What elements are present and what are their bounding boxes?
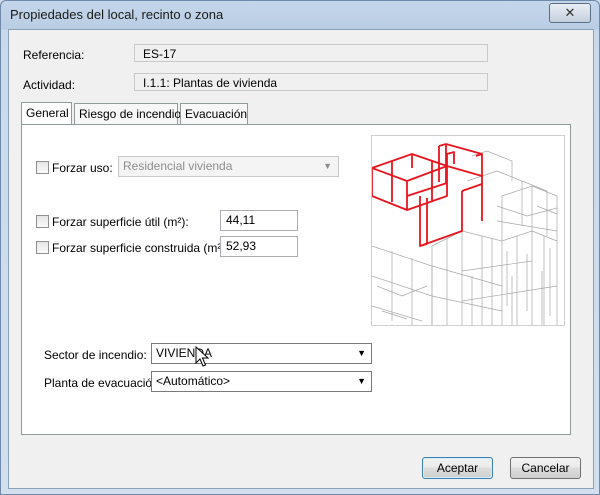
chevron-down-icon: ▼ (357, 348, 366, 358)
tab-evacuacion[interactable]: Evacuación (180, 103, 248, 124)
model-preview (371, 135, 565, 326)
sector-incendio-combo[interactable]: VIVIENDA ▼ (151, 343, 372, 364)
wireframe-building-icon (372, 143, 558, 325)
close-icon: ✕ (564, 5, 576, 20)
sup-util-label: Forzar superficie útil (m²): (52, 215, 189, 229)
forzar-sup-util-checkbox[interactable] (36, 215, 49, 228)
cancel-button[interactable]: Cancelar (510, 457, 581, 479)
window-title: Propiedades del local, recinto o zona (10, 7, 224, 22)
accept-button[interactable]: Aceptar (422, 457, 493, 479)
general-panel: Forzar uso: Residencial vivienda ▼ Forza… (21, 124, 571, 435)
sup-construida-input[interactable]: 52,93 (220, 236, 298, 257)
close-button[interactable]: ✕ (549, 3, 591, 23)
mouse-cursor-icon (195, 346, 209, 367)
forzar-sup-construida-checkbox[interactable] (36, 241, 49, 254)
sup-util-input[interactable]: 44,11 (220, 210, 298, 231)
chevron-down-icon: ▼ (357, 376, 366, 386)
referencia-field: ES-17 (134, 44, 488, 62)
planta-evacuacion-combo[interactable]: <Automático> ▼ (151, 371, 372, 392)
actividad-field: I.1.1: Plantas de vivienda (134, 73, 488, 91)
forzar-uso-label: Forzar uso: (52, 161, 113, 175)
actividad-label: Actividad: (23, 78, 76, 92)
planta-evacuacion-label: Planta de evacuación: (44, 376, 163, 390)
title-bar[interactable]: Propiedades del local, recinto o zona ✕ (1, 1, 599, 28)
planta-evacuacion-value: <Automático> (156, 374, 231, 388)
sector-incendio-label: Sector de incendio: (44, 348, 147, 362)
tab-general[interactable]: General (21, 102, 72, 125)
chevron-down-icon: ▼ (323, 161, 332, 171)
uso-combo: Residencial vivienda ▼ (118, 156, 339, 177)
sup-construida-label: Forzar superficie construida (m²): (52, 241, 229, 255)
referencia-label: Referencia: (23, 48, 85, 62)
forzar-uso-checkbox[interactable] (36, 161, 49, 174)
tab-riesgo-incendio[interactable]: Riesgo de incendio (74, 103, 181, 124)
dialog-client: Referencia: ES-17 Actividad: I.1.1: Plan… (8, 29, 594, 489)
uso-value: Residencial vivienda (123, 159, 233, 173)
dialog-window: Propiedades del local, recinto o zona ✕ … (0, 0, 600, 495)
